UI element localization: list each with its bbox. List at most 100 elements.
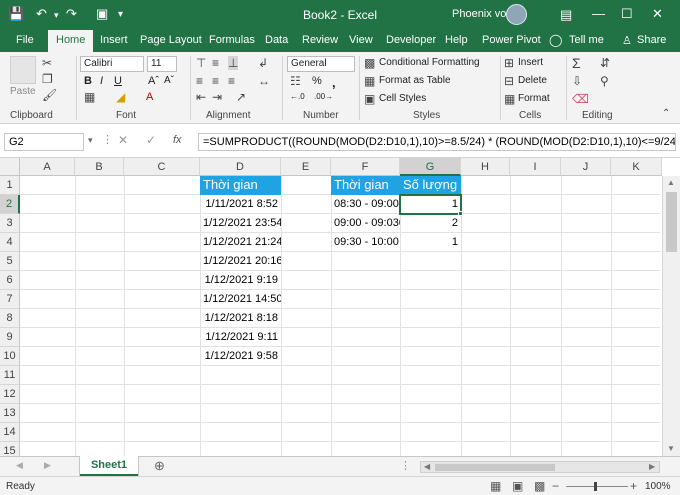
- tab-help[interactable]: Help: [445, 34, 468, 46]
- tab-power-pivot[interactable]: Power Pivot: [482, 34, 541, 46]
- tab-file[interactable]: File: [16, 34, 34, 46]
- row-header[interactable]: 6: [0, 271, 20, 290]
- borders-icon[interactable]: ▦: [84, 90, 95, 104]
- cell-d5[interactable]: 1/12/2021 20:16: [200, 252, 281, 271]
- column-header[interactable]: K: [611, 158, 662, 176]
- row-header[interactable]: 8: [0, 309, 20, 328]
- italic-icon[interactable]: I: [100, 75, 103, 87]
- comma-icon[interactable]: ,: [332, 75, 336, 90]
- vertical-scroll-thumb[interactable]: [666, 192, 677, 252]
- row-header[interactable]: 7: [0, 290, 20, 309]
- cell-g4[interactable]: 1: [400, 233, 461, 252]
- paste-icon[interactable]: [10, 56, 36, 84]
- row-header[interactable]: 14: [0, 423, 20, 442]
- insert-function-button[interactable]: fx: [173, 134, 182, 146]
- column-header[interactable]: J: [561, 158, 611, 176]
- row-header[interactable]: 9: [0, 328, 20, 347]
- minimize-icon[interactable]: —: [592, 6, 605, 21]
- conditional-formatting-button[interactable]: Conditional Formatting: [379, 57, 480, 68]
- align-left-icon[interactable]: ≡: [196, 74, 203, 88]
- accounting-icon[interactable]: ☷: [290, 74, 301, 88]
- scroll-up-icon[interactable]: ▲: [667, 178, 675, 187]
- column-header[interactable]: F: [331, 158, 400, 176]
- cell-styles-button[interactable]: Cell Styles: [379, 93, 426, 104]
- number-format-box[interactable]: General: [287, 56, 355, 72]
- bottom-align-icon[interactable]: ⊥: [228, 56, 239, 70]
- zoom-slider[interactable]: [566, 486, 628, 487]
- cut-icon[interactable]: ✂: [42, 56, 52, 70]
- decrease-decimal-icon[interactable]: .00→: [314, 92, 333, 101]
- font-color-icon[interactable]: A: [146, 91, 153, 103]
- horizontal-scroll-thumb[interactable]: [435, 464, 555, 471]
- paste-button[interactable]: Paste: [10, 86, 36, 97]
- autosum-icon[interactable]: Σ: [572, 55, 581, 71]
- row-header-selected[interactable]: 2: [0, 195, 20, 214]
- maximize-icon[interactable]: ☐: [621, 6, 633, 22]
- merge-center-icon[interactable]: ↔: [258, 74, 270, 88]
- column-header[interactable]: E: [281, 158, 331, 176]
- format-painter-icon[interactable]: 🖌: [42, 88, 57, 102]
- cell-d2[interactable]: 1/11/2021 8:52: [200, 195, 281, 214]
- name-box-dropdown-icon[interactable]: ▾: [88, 135, 93, 146]
- row-header[interactable]: 12: [0, 385, 20, 404]
- cell-d6[interactable]: 1/12/2021 9:19: [200, 271, 281, 290]
- share-button[interactable]: Share: [637, 34, 666, 46]
- shrink-font-icon[interactable]: Aˇ: [164, 75, 174, 86]
- collapse-ribbon-icon[interactable]: ⌃: [662, 108, 670, 119]
- tab-home[interactable]: Home: [48, 30, 94, 52]
- avatar[interactable]: [506, 4, 527, 25]
- enter-icon[interactable]: ✓: [146, 133, 156, 147]
- formula-input[interactable]: =SUMPRODUCT((ROUND(MOD(D2:D10,1),10)>=8.…: [198, 133, 676, 151]
- wrap-text-icon[interactable]: ↲: [258, 56, 268, 70]
- row-header[interactable]: 11: [0, 366, 20, 385]
- column-header[interactable]: A: [20, 158, 75, 176]
- underline-icon[interactable]: U: [114, 75, 122, 87]
- close-icon[interactable]: ✕: [652, 6, 663, 22]
- font-name-box[interactable]: Calibri: [80, 56, 144, 72]
- column-header[interactable]: I: [510, 158, 561, 176]
- find-select-icon[interactable]: ⚲: [600, 74, 609, 88]
- user-name[interactable]: Phoenix vo: [452, 8, 506, 20]
- zoom-level[interactable]: 100%: [645, 481, 671, 492]
- cell-d9[interactable]: 1/12/2021 9:11: [200, 328, 281, 347]
- align-right-icon[interactable]: ≡: [228, 74, 235, 88]
- cell-f2[interactable]: 08:30 - 09:00: [331, 195, 400, 214]
- orientation-icon[interactable]: ↗: [236, 90, 246, 104]
- tab-view[interactable]: View: [349, 34, 373, 46]
- column-header[interactable]: B: [75, 158, 124, 176]
- tab-review[interactable]: Review: [302, 34, 338, 46]
- scroll-down-icon[interactable]: ▼: [667, 444, 675, 453]
- fill-color-icon[interactable]: ◢: [116, 90, 125, 104]
- worksheet-grid[interactable]: A B C D E F G H I J K 1 2 3 4 5 6 7 8 9 …: [0, 158, 680, 456]
- insert-cells-button[interactable]: Insert: [518, 57, 543, 68]
- tab-insert[interactable]: Insert: [100, 34, 128, 46]
- format-as-table-button[interactable]: Format as Table: [379, 75, 451, 86]
- name-box[interactable]: G2: [4, 133, 84, 151]
- fill-handle[interactable]: [458, 211, 463, 216]
- zoom-in-icon[interactable]: +: [630, 479, 637, 493]
- tab-page-layout[interactable]: Page Layout: [140, 34, 202, 46]
- bold-icon[interactable]: B: [84, 75, 92, 87]
- normal-view-icon[interactable]: ▦: [490, 479, 501, 493]
- delete-cells-button[interactable]: Delete: [518, 75, 547, 86]
- column-header[interactable]: H: [461, 158, 510, 176]
- align-center-icon[interactable]: ≡: [212, 74, 219, 88]
- tab-data[interactable]: Data: [265, 34, 288, 46]
- font-size-box[interactable]: 11: [147, 56, 177, 72]
- horizontal-scrollbar[interactable]: ◀ ▶: [420, 461, 660, 473]
- clear-icon[interactable]: ⌫: [572, 92, 589, 106]
- sheet-tab[interactable]: Sheet1: [80, 456, 138, 476]
- page-layout-view-icon[interactable]: ▣: [512, 479, 523, 493]
- top-align-icon[interactable]: ⊤: [196, 56, 206, 70]
- row-header[interactable]: 15: [0, 442, 20, 456]
- cell-d4[interactable]: 1/12/2021 21:24: [200, 233, 281, 252]
- scroll-left-icon[interactable]: ◀: [424, 462, 430, 471]
- cell-g1[interactable]: Số lượng: [400, 176, 461, 195]
- copy-icon[interactable]: ❐: [42, 72, 53, 86]
- column-header[interactable]: D: [200, 158, 281, 176]
- column-header-selected[interactable]: G: [400, 158, 461, 176]
- cell-f3[interactable]: 09:00 - 09:030: [331, 214, 400, 233]
- scroll-right-icon[interactable]: ▶: [649, 462, 655, 471]
- page-break-view-icon[interactable]: ▩: [534, 479, 545, 493]
- middle-align-icon[interactable]: ≡: [212, 56, 219, 70]
